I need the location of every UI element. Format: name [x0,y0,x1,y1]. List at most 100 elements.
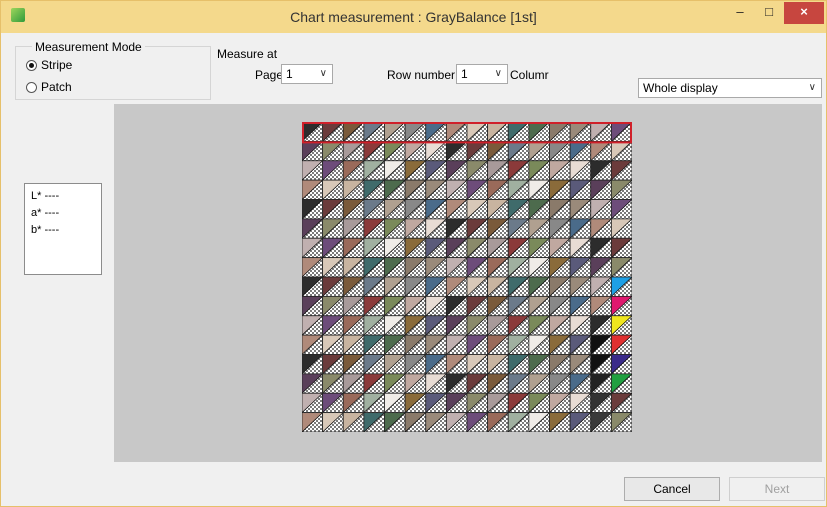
chart-patch[interactable] [363,160,385,181]
chart-patch[interactable] [384,334,406,355]
chart-patch[interactable] [466,140,489,162]
chart-patch[interactable] [425,354,447,375]
chart-patch[interactable] [507,218,530,239]
chart-patch[interactable] [507,122,530,142]
chart-patch[interactable] [342,257,365,278]
chart-patch[interactable] [302,179,324,200]
chart-patch[interactable] [528,122,550,142]
chart-patch[interactable] [384,276,406,297]
chart-patch[interactable] [322,295,344,317]
chart-patch[interactable] [322,122,344,142]
chart-patch[interactable] [549,257,571,278]
chart-patch[interactable] [569,334,592,355]
chart-patch[interactable] [528,257,550,278]
chart-patch[interactable] [487,237,509,259]
chart-patch[interactable] [549,160,571,181]
chart-patch[interactable] [342,392,365,414]
chart-patch[interactable] [425,315,447,336]
chart-patch[interactable] [342,160,365,181]
chart-patch[interactable] [445,412,468,432]
chart-patch[interactable] [363,295,385,317]
chart-patch[interactable] [569,412,592,432]
chart-patch[interactable] [590,412,612,432]
chart-patch[interactable] [425,295,447,317]
chart-patch[interactable] [610,237,632,259]
chart-patch[interactable] [610,412,632,432]
chart-patch[interactable] [322,315,344,336]
chart-patch[interactable] [445,160,468,181]
chart-patch[interactable] [466,122,489,142]
chart-patch[interactable] [487,276,509,297]
chart-patch[interactable] [610,354,632,375]
chart-patch[interactable] [302,199,324,220]
chart-patch[interactable] [590,354,612,375]
chart-patch[interactable] [549,122,571,142]
chart-patch[interactable] [569,160,592,181]
chart-patch[interactable] [342,373,365,394]
chart-patch[interactable] [590,140,612,162]
chart-patch[interactable] [549,199,571,220]
chart-patch[interactable] [549,354,571,375]
chart-patch[interactable] [425,276,447,297]
chart-patch[interactable] [302,237,324,259]
chart-patch[interactable] [322,160,344,181]
chart-patch[interactable] [445,122,468,142]
chart-patch[interactable] [404,218,427,239]
chart-patch[interactable] [528,276,550,297]
chart-patch[interactable] [425,179,447,200]
chart-patch[interactable] [384,179,406,200]
chart-patch[interactable] [363,276,385,297]
chart-patch[interactable] [466,354,489,375]
chart-patch[interactable] [342,334,365,355]
chart-patch[interactable] [466,199,489,220]
chart-patch[interactable] [590,295,612,317]
chart-patch[interactable] [342,199,365,220]
chart-patch[interactable] [404,179,427,200]
chart-patch[interactable] [507,295,530,317]
chart-patch[interactable] [404,295,427,317]
chart-patch[interactable] [404,199,427,220]
chart-patch[interactable] [404,412,427,432]
chart-patch[interactable] [445,257,468,278]
chart-patch[interactable] [528,334,550,355]
chart-patch[interactable] [466,276,489,297]
chart-patch[interactable] [569,199,592,220]
chart-patch[interactable] [590,315,612,336]
chart-patch[interactable] [445,199,468,220]
chart-patch[interactable] [507,315,530,336]
chart-patch[interactable] [445,354,468,375]
chart-patch[interactable] [487,354,509,375]
chart-patch[interactable] [528,160,550,181]
chart-patch[interactable] [487,315,509,336]
chart-patch[interactable] [425,392,447,414]
chart-patch[interactable] [466,334,489,355]
chart-patch[interactable] [528,179,550,200]
chart-patch[interactable] [528,373,550,394]
chart-patch[interactable] [384,412,406,432]
chart-patch[interactable] [590,276,612,297]
chart-patch[interactable] [610,295,632,317]
chart-patch[interactable] [487,373,509,394]
chart-patch[interactable] [322,199,344,220]
chart-patch[interactable] [507,257,530,278]
chart-patch[interactable] [487,295,509,317]
chart-patch[interactable] [302,373,324,394]
chart-patch[interactable] [342,412,365,432]
chart-patch[interactable] [507,373,530,394]
chart-patch[interactable] [487,392,509,414]
chart-patch[interactable] [610,334,632,355]
chart-patch[interactable] [404,160,427,181]
chart-patch[interactable] [322,257,344,278]
chart-patch[interactable] [507,179,530,200]
chart-patch[interactable] [342,218,365,239]
chart-patch[interactable] [425,257,447,278]
chart-patch[interactable] [425,334,447,355]
page-select[interactable]: 1 ∨ [281,64,333,84]
chart-patch[interactable] [404,315,427,336]
chart-patch[interactable] [363,218,385,239]
chart-patch[interactable] [487,160,509,181]
chart-patch[interactable] [549,295,571,317]
chart-patch[interactable] [507,140,530,162]
chart-patch[interactable] [425,237,447,259]
chart-patch[interactable] [549,334,571,355]
